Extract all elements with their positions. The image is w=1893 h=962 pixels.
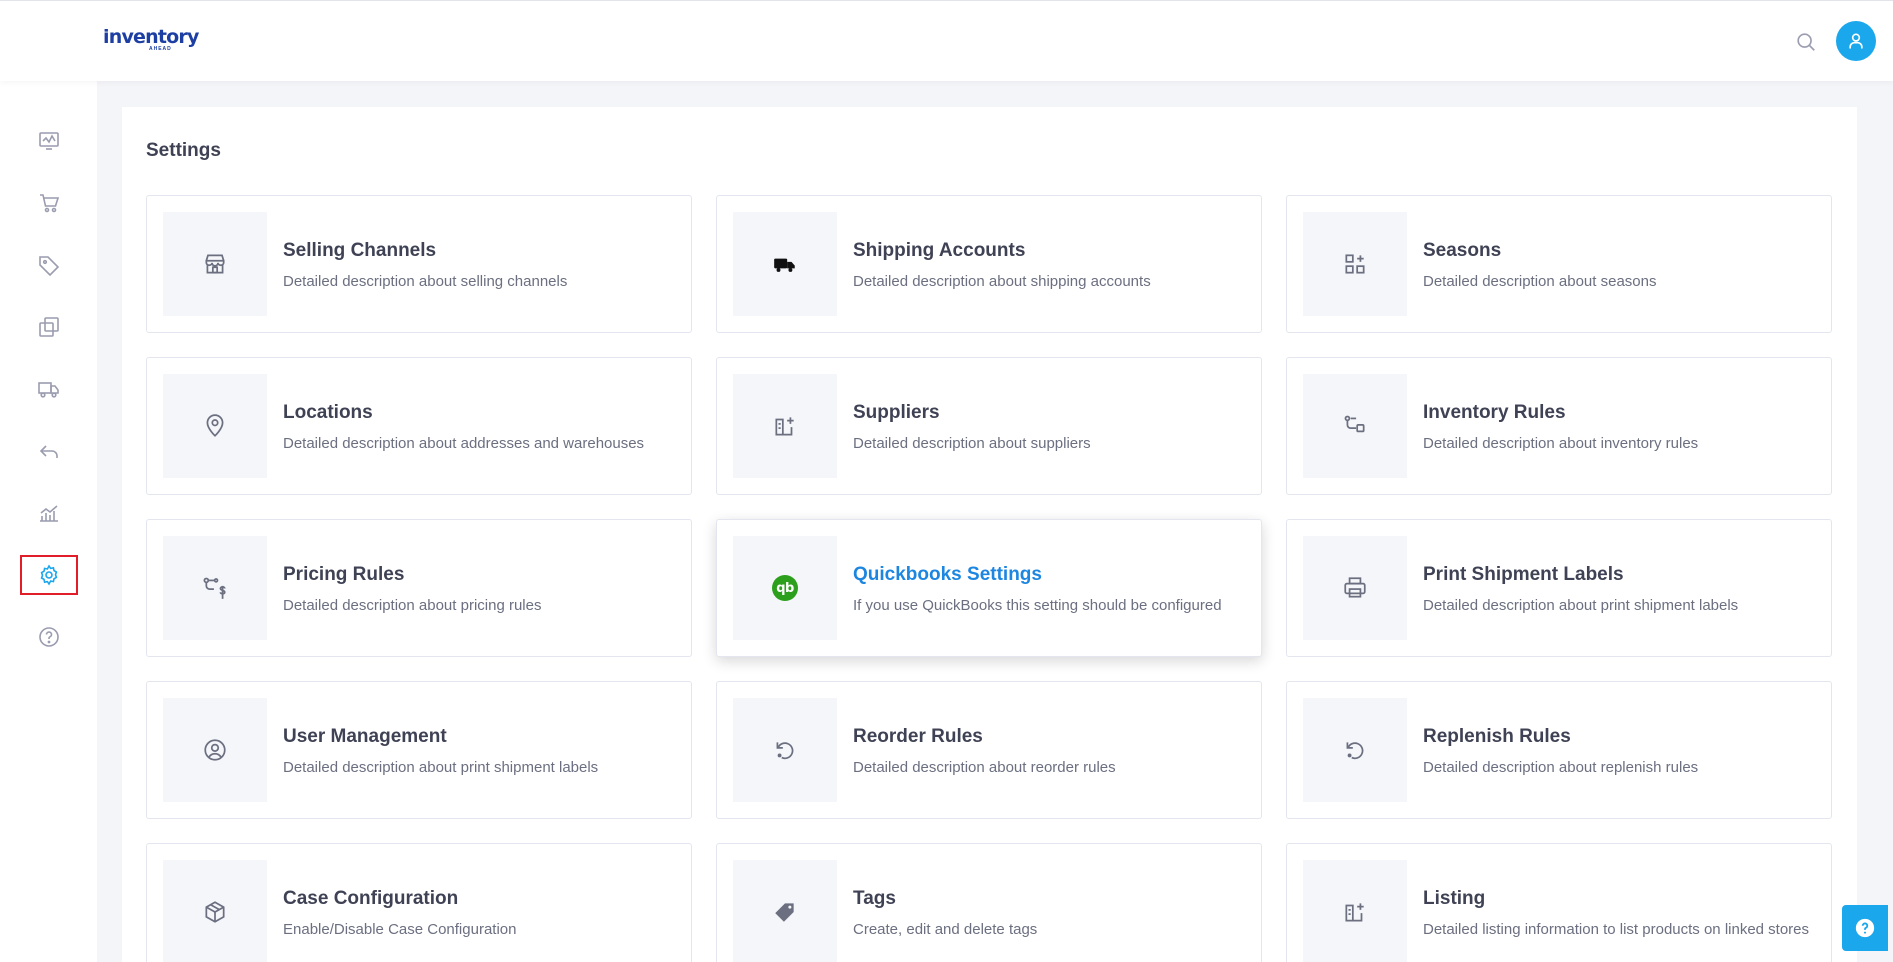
sidebar-item-returns[interactable] — [20, 431, 78, 471]
settings-panel: Settings Selling Channels Detailed descr… — [122, 107, 1857, 962]
card-title: Inventory Rules — [1423, 402, 1566, 423]
page-title: Settings — [146, 140, 221, 161]
gear-icon — [40, 564, 58, 586]
card-title: Print Shipment Labels — [1423, 564, 1624, 585]
card-title: Quickbooks Settings — [853, 564, 1042, 585]
truck-icon — [38, 382, 59, 398]
sidebar-item-analytics[interactable] — [20, 493, 78, 533]
package-icon — [205, 901, 225, 923]
settings-card-reorder-rules[interactable]: Reorder Rules Detailed description about… — [716, 681, 1262, 819]
settings-card-selling-channels[interactable]: Selling Channels Detailed description ab… — [146, 195, 692, 333]
search-icon[interactable] — [1795, 31, 1817, 53]
settings-card-seasons[interactable]: Seasons Detailed description about seaso… — [1286, 195, 1832, 333]
card-description: Detailed description about reorder rules — [853, 759, 1116, 776]
card-title: Seasons — [1423, 240, 1502, 261]
settings-card-tags[interactable]: Tags Create, edit and delete tags — [716, 843, 1262, 962]
card-description: Detailed description about addresses and… — [283, 435, 645, 452]
settings-card-shipping-accounts[interactable]: Shipping Accounts Detailed description a… — [716, 195, 1262, 333]
rotate-icon — [1346, 742, 1364, 760]
card-description: Detailed description about inventory rul… — [1423, 435, 1699, 452]
card-description: Detailed listing information to list pro… — [1423, 921, 1810, 938]
settings-card-user-management[interactable]: User Management Detailed description abo… — [146, 681, 692, 819]
app-logo[interactable]: inventory AHEAD — [103, 26, 199, 55]
card-description: Detailed description about print shipmen… — [1423, 597, 1739, 614]
logo-subtext: AHEAD — [149, 46, 172, 52]
card-title: Reorder Rules — [853, 726, 983, 747]
card-title: Selling Channels — [283, 240, 437, 261]
settings-card-case-configuration[interactable]: Case Configuration Enable/Disable Case C… — [146, 843, 692, 962]
card-description: Detailed description about seasons — [1423, 273, 1657, 290]
user-avatar-button[interactable] — [1836, 21, 1876, 61]
card-description: If you use QuickBooks this setting shoul… — [853, 597, 1222, 614]
sidebar-item-tags[interactable] — [20, 245, 78, 285]
tag-icon — [775, 903, 794, 922]
help-circle-icon — [39, 627, 59, 647]
tag-icon — [39, 256, 60, 277]
sidebar — [0, 81, 97, 962]
sidebar-item-shipping[interactable] — [20, 369, 78, 409]
sidebar-item-help[interactable] — [20, 617, 78, 657]
return-arrow-icon — [39, 445, 58, 458]
quickbooks-icon: qb — [772, 575, 798, 601]
card-title: Case Configuration — [283, 888, 459, 909]
card-description: Create, edit and delete tags — [853, 921, 1038, 938]
card-description: Detailed description about suppliers — [853, 435, 1091, 452]
settings-card-replenish-rules[interactable]: Replenish Rules Detailed description abo… — [1286, 681, 1832, 819]
card-description: Detailed description about shipping acco… — [853, 273, 1151, 290]
box-plus-icon — [1345, 903, 1364, 922]
flow-icon — [1344, 415, 1365, 433]
settings-card-listing[interactable]: Listing Detailed listing information to … — [1286, 843, 1832, 962]
question-icon — [1855, 918, 1875, 938]
dashboard-monitor-icon — [39, 132, 59, 150]
map-pin-icon — [206, 414, 224, 437]
truck-icon — [774, 258, 795, 272]
settings-card-quickbooks[interactable]: qb Quickbooks Settings If you use QuickB… — [716, 519, 1262, 657]
card-description: Detailed description about print shipmen… — [283, 759, 599, 776]
card-title: Shipping Accounts — [853, 240, 1026, 261]
card-title: Listing — [1423, 888, 1486, 909]
card-title: Tags — [853, 888, 896, 909]
help-widget-button[interactable] — [1842, 905, 1888, 951]
card-title: Suppliers — [853, 402, 940, 423]
card-description: Detailed description about replenish rul… — [1423, 759, 1699, 776]
analytics-chart-icon — [40, 505, 58, 522]
card-description: Enable/Disable Case Configuration — [283, 921, 517, 938]
card-description: Detailed description about selling chann… — [283, 273, 568, 290]
sidebar-item-products[interactable] — [20, 307, 78, 347]
printer-icon — [1344, 577, 1366, 598]
settings-card-print-shipment-labels[interactable]: Print Shipment Labels Detailed descripti… — [1286, 519, 1832, 657]
store-icon — [205, 254, 225, 274]
sidebar-item-dashboard[interactable] — [20, 121, 78, 161]
settings-card-suppliers[interactable]: Suppliers Detailed description about sup… — [716, 357, 1262, 495]
rotate-icon — [776, 742, 794, 760]
card-title: Replenish Rules — [1423, 726, 1571, 747]
top-header: inventory AHEAD — [0, 0, 1893, 81]
sidebar-item-settings[interactable] — [20, 555, 78, 595]
card-title: Pricing Rules — [283, 564, 405, 585]
card-description: Detailed description about pricing rules — [283, 597, 542, 614]
grid-plus-icon — [1345, 254, 1365, 274]
sidebar-item-orders[interactable] — [20, 183, 78, 223]
settings-card-inventory-rules[interactable]: Inventory Rules Detailed description abo… — [1286, 357, 1832, 495]
settings-card-locations[interactable]: Locations Detailed description about add… — [146, 357, 692, 495]
box-plus-icon — [775, 417, 794, 436]
card-title: User Management — [283, 726, 447, 747]
user-icon — [1849, 33, 1863, 49]
flow-dollar-icon — [203, 577, 226, 599]
cart-icon — [40, 194, 60, 213]
user-circle-icon — [204, 739, 226, 761]
products-copy-icon — [39, 317, 59, 337]
logo-text: inventory — [103, 26, 199, 48]
card-title: Locations — [283, 402, 373, 423]
settings-card-pricing-rules[interactable]: Pricing Rules Detailed description about… — [146, 519, 692, 657]
